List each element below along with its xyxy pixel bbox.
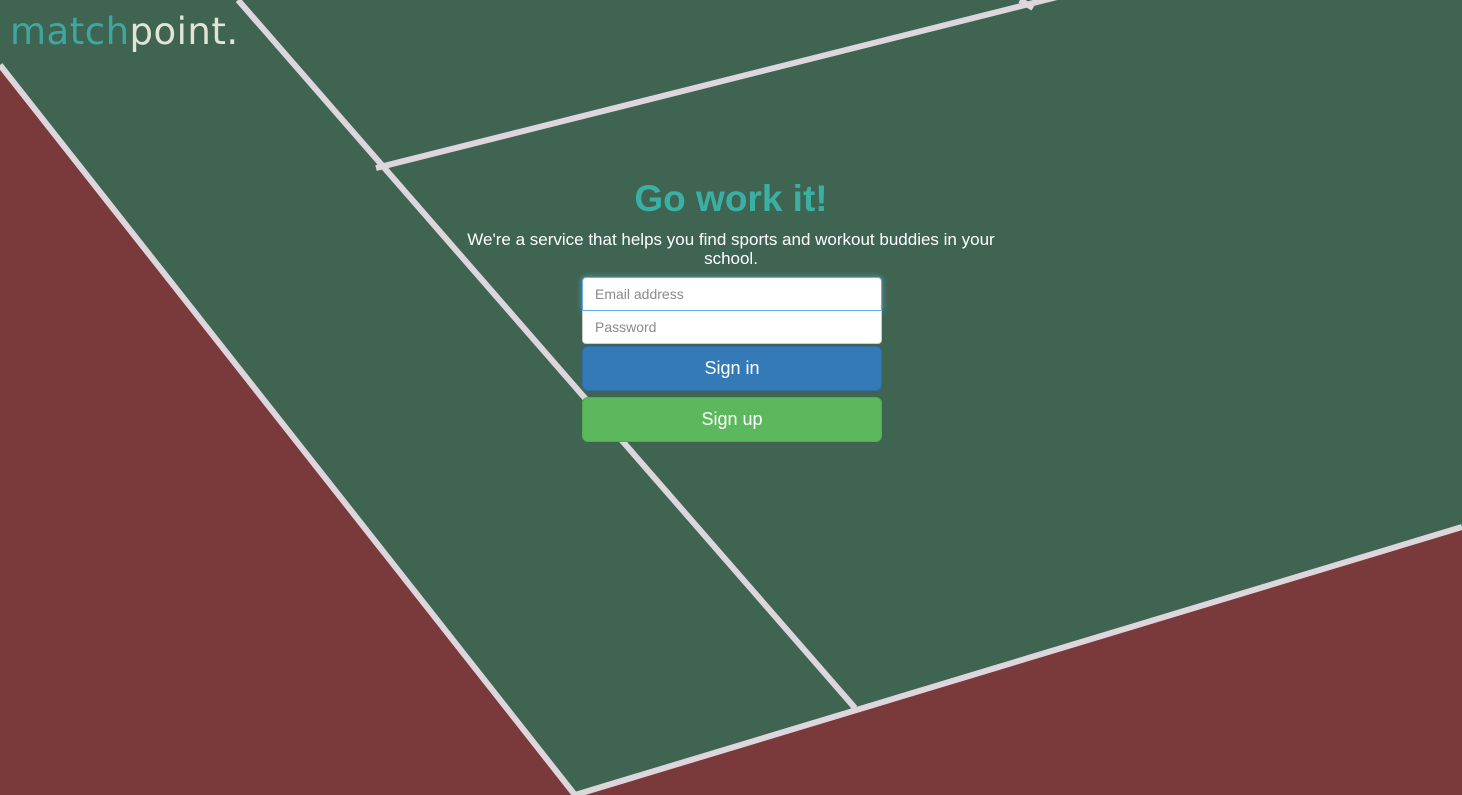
brand-logo[interactable]: matchpoint. [10,10,239,54]
page-title: Go work it! [634,178,828,219]
password-field[interactable] [582,311,882,344]
hero-section: Go work it! We're a service that helps y… [466,176,996,268]
signin-form: Sign in Sign up [582,277,882,442]
sign-in-button[interactable]: Sign in [582,346,882,391]
sign-up-button[interactable]: Sign up [582,397,882,442]
page-subtitle: We're a service that helps you find spor… [467,230,995,268]
email-field[interactable] [582,277,882,311]
logo-match-text: match [10,10,130,53]
login-page: matchpoint. Go work it! We're a service … [0,0,1462,795]
logo-point-text: point. [129,10,239,53]
